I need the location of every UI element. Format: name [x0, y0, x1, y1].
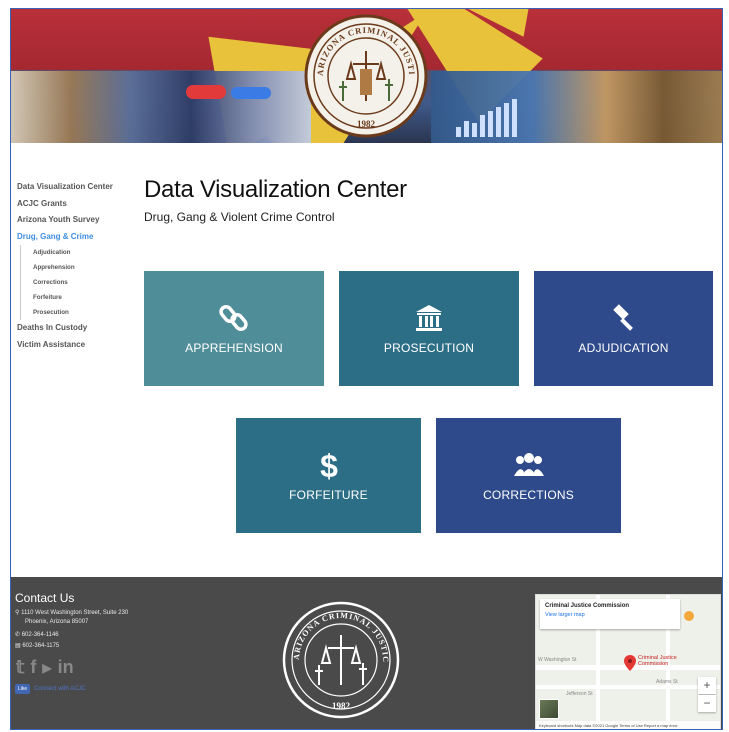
phone-icon: ✆	[15, 632, 22, 638]
courthouse-icon	[416, 304, 442, 331]
svg-text:$: $	[320, 450, 338, 480]
svg-text:1982: 1982	[357, 119, 376, 129]
fax-line: ▤ 602-364-1175	[15, 643, 60, 649]
map-info-card: Criminal Justice Commission View larger …	[540, 599, 680, 629]
sidebar-item-arizona-youth-survey[interactable]: Arizona Youth Survey	[17, 212, 137, 229]
sidebar-item-victim-assistance[interactable]: Victim Assistance	[17, 337, 137, 354]
sidebar-item-deaths-in-custody[interactable]: Deaths In Custody	[17, 320, 137, 337]
tile-label: APPREHENSION	[185, 340, 283, 355]
zoom-out-button[interactable]: −	[698, 695, 716, 712]
tile-label: CORRECTIONS	[483, 487, 574, 502]
sidebar-subitem-adjudication[interactable]: Adjudication	[20, 245, 137, 260]
tile-prosecution[interactable]: PROSECUTION	[339, 271, 519, 386]
twitter-icon[interactable]: 𝕥	[16, 657, 24, 678]
footer: Contact Us ⚲ 1110 West Washington Street…	[11, 577, 722, 729]
bar-graph-graphic	[456, 97, 526, 137]
tile-label: FORFEITURE	[289, 487, 368, 502]
tile-corrections[interactable]: CORRECTIONS	[436, 418, 621, 533]
sidebar-subitem-prosecution[interactable]: Prosecution	[20, 305, 137, 320]
police-light	[186, 85, 226, 99]
map-road	[536, 685, 720, 689]
map-pin-label: Criminal Justice Commission	[638, 655, 677, 667]
youtube-icon[interactable]: ▶	[42, 661, 51, 675]
fb-like-button[interactable]: Like	[15, 684, 31, 694]
google-map[interactable]: W Washington St Jefferson St Adams St Cr…	[535, 594, 721, 729]
facebook-like: Like Connect with ACJC	[15, 684, 86, 694]
link-icon	[219, 304, 248, 331]
address-line: Phoenix, Arizona 85007	[25, 619, 89, 625]
satellite-toggle[interactable]	[539, 699, 559, 719]
sidebar-subitem-forfeiture[interactable]: Forfeiture	[20, 290, 137, 305]
header-banner: ARIZONA CRIMINAL JUSTICE COMMISSION 1982	[11, 9, 722, 143]
street-label: Adams St	[656, 679, 678, 685]
svg-text:1982: 1982	[332, 701, 351, 711]
sidebar-subitem-corrections[interactable]: Corrections	[20, 275, 137, 290]
police-light	[231, 87, 271, 99]
tile-label: PROSECUTION	[383, 340, 475, 355]
sidebar-item-data-visualization-center[interactable]: Data Visualization Center	[17, 179, 137, 196]
sidebar-nav: Data Visualization Center ACJC Grants Ar…	[17, 179, 137, 353]
map-marker-icon	[684, 611, 694, 621]
street-label: W Washington St	[538, 657, 577, 663]
banner-photo-left	[11, 71, 311, 143]
commission-seal-logo: ARIZONA CRIMINAL JUSTICE COMMISSION 1982	[303, 9, 428, 138]
view-larger-map-link[interactable]: View larger map	[545, 612, 675, 618]
connect-link[interactable]: Connect with ACJC	[34, 686, 86, 692]
page-subtitle: Drug, Gang & Violent Crime Control	[144, 210, 335, 224]
social-links: 𝕥 f ▶ in	[16, 657, 74, 678]
facebook-icon[interactable]: f	[30, 657, 36, 678]
map-card-title: Criminal Justice Commission	[545, 603, 630, 609]
street-label: Jefferson St	[566, 691, 593, 697]
contact-title: Contact Us	[15, 591, 75, 605]
sidebar-item-drug-gang-crime[interactable]: Drug, Gang & Crime	[17, 229, 137, 246]
page-frame: ARIZONA CRIMINAL JUSTICE COMMISSION 1982…	[10, 8, 723, 730]
phone-line: ✆ 602-364-1146	[15, 632, 59, 638]
tile-forfeiture[interactable]: $ FORFEITURE	[236, 418, 421, 533]
map-attribution: Keyboard shortcuts Map data ©2021 Google…	[536, 721, 720, 729]
sidebar-item-acjc-grants[interactable]: ACJC Grants	[17, 196, 137, 213]
sidebar-subitem-apprehension[interactable]: Apprehension	[20, 260, 137, 275]
linkedin-icon[interactable]: in	[58, 657, 74, 678]
tile-label: ADJUDICATION	[578, 340, 669, 355]
address-line: ⚲ 1110 West Washington Street, Suite 230	[15, 610, 129, 616]
page-title: Data Visualization Center	[144, 176, 407, 203]
zoom-in-button[interactable]: +	[698, 677, 716, 694]
tile-adjudication[interactable]: ADJUDICATION	[534, 271, 713, 386]
commission-seal-logo-footer: ARIZONA CRIMINAL JUSTICE COMMISSION 1982	[281, 595, 400, 719]
gavel-icon	[612, 303, 633, 331]
dollar-icon: $	[320, 450, 338, 480]
map-pin-icon[interactable]	[624, 655, 636, 671]
tile-apprehension[interactable]: APPREHENSION	[144, 271, 324, 386]
users-icon	[513, 452, 544, 476]
